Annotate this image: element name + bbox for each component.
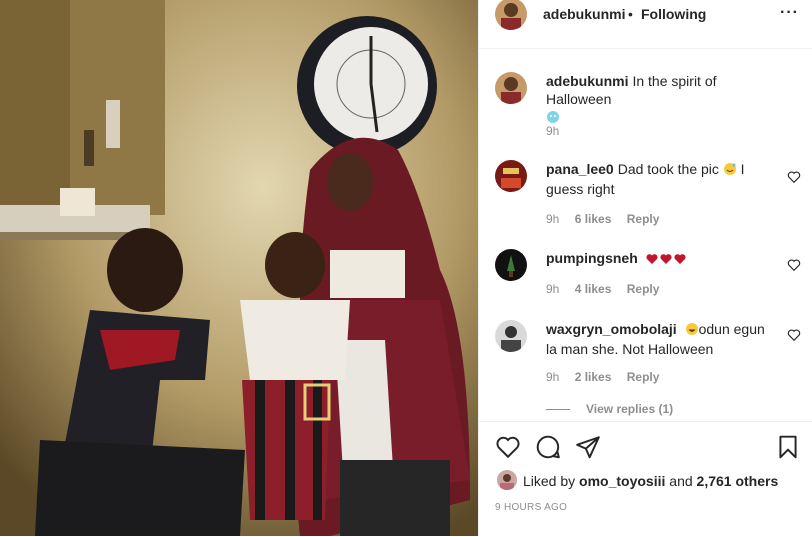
comment-username[interactable]: waxgryn_omobolaji	[546, 321, 677, 337]
comment-text-block: pumpingsneh	[546, 249, 766, 269]
comment-likes[interactable]: 6 likes	[575, 212, 612, 226]
comment-time[interactable]: 9h	[546, 212, 559, 226]
comment-time[interactable]: 9h	[546, 370, 559, 384]
comment-username[interactable]: pana_lee0	[546, 161, 614, 177]
liker-username[interactable]: omo_toyosiii	[579, 473, 665, 489]
comment: waxgryn_omobolaji odun egun la man she. …	[495, 320, 801, 390]
caption-avatar[interactable]	[495, 72, 527, 104]
reply-button[interactable]: Reply	[627, 282, 660, 296]
caption-username[interactable]: adebukunmi	[546, 73, 628, 89]
author-avatar[interactable]	[495, 0, 527, 30]
comment-time[interactable]: 9h	[546, 282, 559, 296]
author-username[interactable]: adebukunmi	[543, 6, 625, 22]
following-button[interactable]: Following	[641, 6, 706, 22]
comment-text: Dad took the pic	[617, 161, 719, 177]
commenter-avatar[interactable]	[495, 160, 527, 192]
post-timestamp[interactable]: 9 HOURS AGO	[495, 502, 567, 513]
liked-by-and: and	[669, 473, 693, 489]
post-header: adebukunmi • Following ···	[479, 0, 812, 49]
comment-text-block: pana_lee0 Dad took the pic I guess right	[546, 160, 766, 198]
comment-like-heart-icon[interactable]	[787, 258, 801, 272]
liker-avatar[interactable]	[497, 470, 517, 490]
view-replies-button[interactable]: View replies (1)	[546, 402, 673, 416]
bookmark-icon[interactable]	[775, 434, 801, 460]
caption-meta: 9h	[546, 124, 571, 138]
comment-username[interactable]: pumpingsneh	[546, 250, 638, 266]
commenter-avatar[interactable]	[495, 249, 527, 281]
comment: pumpingsneh 9h 4 likes Reply	[495, 249, 801, 309]
post-photo[interactable]	[0, 0, 478, 536]
liked-by-prefix: Liked by	[523, 473, 576, 489]
reply-button[interactable]: Reply	[627, 212, 660, 226]
laughing-emoji-icon	[685, 322, 699, 340]
caption: adebukunmi In the spirit of Halloween 9h	[495, 72, 795, 138]
caption-time[interactable]: 9h	[546, 124, 559, 138]
more-options-icon[interactable]: ···	[780, 4, 799, 22]
post-details-panel: adebukunmi • Following ··· adebukunmi In …	[478, 0, 812, 536]
liked-by-text: Liked by omo_toyosiii and 2,761 others	[523, 473, 778, 489]
comment-icon[interactable]	[535, 434, 561, 460]
comment-meta: 9h 2 likes Reply	[546, 370, 671, 384]
comment-text-block: waxgryn_omobolaji odun egun la man she. …	[546, 320, 766, 358]
reply-button[interactable]: Reply	[627, 370, 660, 384]
halloween-family-photo	[0, 0, 478, 536]
likes-count[interactable]: 2,761 others	[697, 473, 779, 489]
red-hearts-emoji-icon	[646, 251, 688, 269]
comment-likes[interactable]: 2 likes	[575, 370, 612, 384]
sweat-smile-emoji-icon	[723, 162, 737, 180]
separator-dot: •	[628, 6, 633, 22]
comment-like-heart-icon[interactable]	[787, 328, 801, 342]
view-replies-label[interactable]: View replies (1)	[586, 402, 673, 416]
view-replies-line	[546, 409, 570, 411]
comment: pana_lee0 Dad took the pic I guess right …	[495, 160, 801, 230]
share-icon[interactable]	[575, 434, 601, 460]
post-actions: Liked by omo_toyosiii and 2,761 others 9…	[479, 421, 812, 537]
comment-meta: 9h 4 likes Reply	[546, 282, 671, 296]
comment-like-heart-icon[interactable]	[787, 170, 801, 184]
like-heart-icon[interactable]	[495, 434, 521, 460]
caption-text-block: adebukunmi In the spirit of Halloween	[546, 72, 766, 128]
comment-meta: 9h 6 likes Reply	[546, 212, 671, 226]
commenter-avatar[interactable]	[495, 320, 527, 352]
comment-likes[interactable]: 4 likes	[575, 282, 612, 296]
